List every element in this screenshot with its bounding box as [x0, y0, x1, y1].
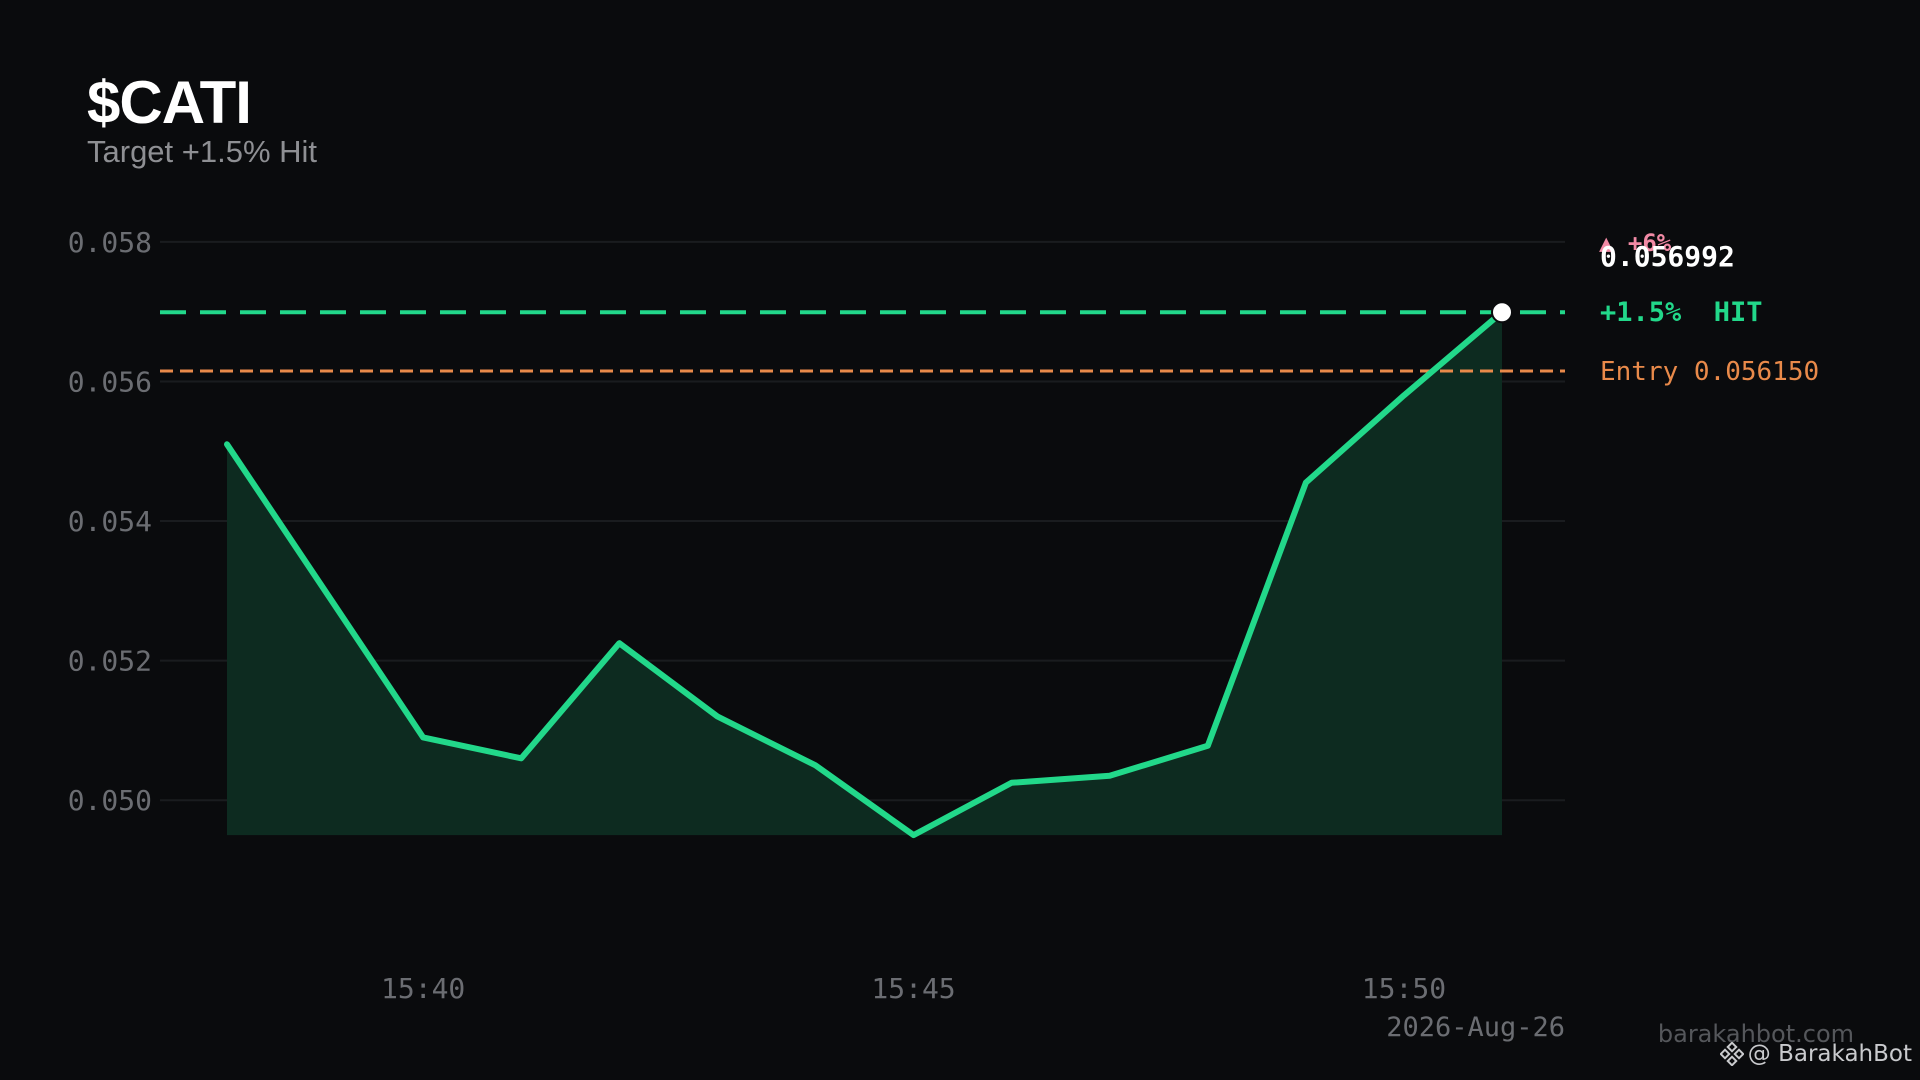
area-fill	[227, 312, 1502, 836]
y-tick-label: 0.056	[68, 365, 152, 398]
x-tick-label: 15:45	[871, 972, 955, 1005]
handle-watermark: @ BarakahBot	[1719, 1040, 1912, 1068]
x-tick-label: 15:40	[381, 972, 465, 1005]
area-layer	[227, 312, 1502, 836]
x-axis: 15:40 15:45 15:50	[381, 972, 1446, 1005]
date-label: 2026-Aug-26	[1386, 1012, 1565, 1043]
binance-logo-icon	[1719, 1042, 1744, 1066]
reference-lines	[160, 310, 1565, 373]
y-tick-label: 0.050	[68, 784, 152, 817]
handle-text: @ BarakahBot	[1747, 1041, 1912, 1067]
last-price-label: 0.056992	[1600, 240, 1735, 273]
last-point-marker	[1491, 301, 1513, 324]
y-tick-label: 0.058	[68, 226, 152, 259]
price-chart: 0.050 0.052 0.054 0.056 0.058 15:40 15:45 15:5…	[68, 226, 1819, 1043]
target-label: +1.5% HIT	[1600, 297, 1763, 328]
y-tick-label: 0.052	[68, 645, 152, 678]
x-tick-label: 15:50	[1362, 972, 1446, 1005]
y-tick-label: 0.054	[68, 505, 152, 538]
entry-label: Entry 0.056150	[1600, 357, 1819, 387]
y-axis: 0.050 0.052 0.054 0.056 0.058	[68, 226, 152, 817]
